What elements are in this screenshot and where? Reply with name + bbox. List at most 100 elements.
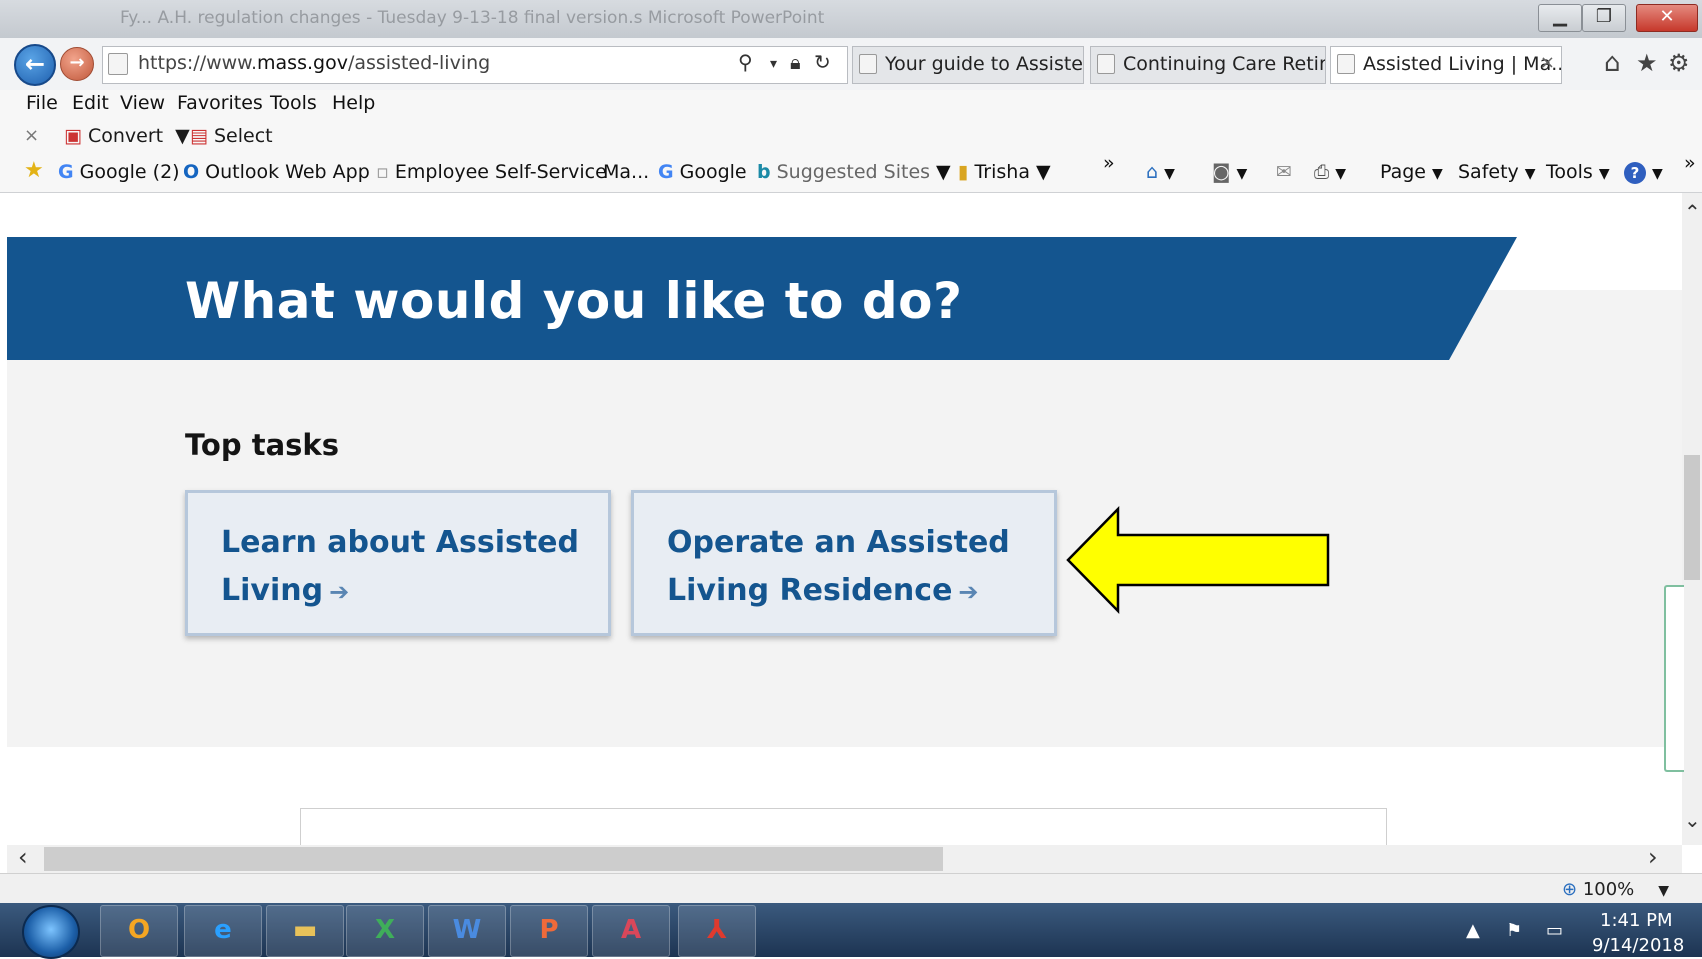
- access-taskbar-icon[interactable]: A: [592, 905, 670, 957]
- yellow-arrow-annotation: [1066, 505, 1330, 615]
- forward-button[interactable]: →: [60, 47, 94, 81]
- tab-continuing-care[interactable]: Continuing Care Retire...: [1090, 46, 1326, 84]
- convert-button[interactable]: ▣ Convert ▼: [64, 125, 190, 147]
- convert-dropdown-icon[interactable]: ▼: [175, 125, 190, 147]
- favorites-more-icon[interactable]: »: [1103, 152, 1115, 174]
- google-icon: G: [658, 161, 674, 183]
- print-icon[interactable]: ⎙ ▼: [1314, 161, 1346, 183]
- file-explorer-taskbar-icon[interactable]: ▬: [266, 905, 344, 957]
- menu-view[interactable]: View: [120, 92, 165, 114]
- tab-close-icon[interactable]: ×: [1540, 52, 1555, 73]
- tab-page-icon: [859, 54, 877, 74]
- bing-icon: b: [757, 161, 771, 183]
- page-menu[interactable]: Page ▼: [1380, 161, 1443, 183]
- toolbar-close-icon[interactable]: ×: [24, 125, 39, 146]
- feedback-tab[interactable]: [1664, 585, 1684, 772]
- close-window-button[interactable]: ✕: [1636, 4, 1698, 32]
- help-menu[interactable]: ? ▼: [1624, 161, 1663, 184]
- arrow-right-icon: ➔: [958, 578, 979, 606]
- select-button[interactable]: ▤ Select: [190, 125, 273, 147]
- card-link-text[interactable]: Operate an Assisted Living Residence ➔: [667, 519, 1027, 616]
- learn-about-assisted-living-card[interactable]: Learn about Assisted Living ➔: [185, 490, 611, 636]
- powerpoint-taskbar-icon[interactable]: P: [510, 905, 588, 957]
- top-tasks-heading: Top tasks: [185, 428, 339, 462]
- word-taskbar-icon[interactable]: W: [428, 905, 506, 957]
- status-bar: [0, 873, 1702, 904]
- minimize-button[interactable]: ▁: [1538, 4, 1582, 32]
- card-line1: Learn about Assisted: [221, 525, 580, 560]
- action-center-flag-icon[interactable]: ⚑: [1506, 920, 1522, 941]
- content-box: [300, 808, 1387, 849]
- fav-ma[interactable]: Ma...: [603, 161, 649, 183]
- url-path: /assisted-living: [347, 52, 491, 74]
- fav-suggested-sites[interactable]: b Suggested Sites ▼: [757, 161, 951, 183]
- select-icon: ▤: [190, 125, 214, 147]
- scroll-down-icon[interactable]: ⌄: [1684, 808, 1701, 832]
- operate-assisted-living-card[interactable]: Operate an Assisted Living Residence ➔: [631, 490, 1057, 636]
- menu-tools[interactable]: Tools: [270, 92, 317, 114]
- safety-menu[interactable]: Safety ▼: [1458, 161, 1536, 183]
- home-page-icon[interactable]: ⌂ ▼: [1146, 161, 1175, 183]
- search-dropdown-icon[interactable]: ▾: [770, 56, 777, 72]
- search-icon[interactable]: ⚲: [738, 50, 753, 74]
- scroll-up-icon[interactable]: ⌃: [1684, 200, 1701, 224]
- convert-label: Convert: [88, 125, 164, 147]
- tab-label: Continuing Care Retire...: [1123, 53, 1326, 75]
- chevron-down-icon: ▼: [1432, 166, 1443, 182]
- command-bar-more-icon[interactable]: »: [1684, 152, 1696, 174]
- home-icon[interactable]: ⌂: [1604, 48, 1621, 78]
- card-link-text[interactable]: Learn about Assisted Living ➔: [221, 519, 581, 616]
- network-icon[interactable]: ▭: [1546, 920, 1563, 941]
- fav-outlook[interactable]: O Outlook Web App: [183, 161, 370, 183]
- excel-taskbar-icon[interactable]: X: [346, 905, 424, 957]
- mail-icon[interactable]: ✉: [1276, 161, 1292, 183]
- tab-assisted-living[interactable]: Assisted Living | Ma... ×: [1330, 46, 1562, 84]
- acrobat-taskbar-icon[interactable]: ⅄: [678, 905, 756, 957]
- vertical-scroll-thumb[interactable]: [1684, 455, 1700, 580]
- favorites-star-icon[interactable]: ★: [1636, 49, 1658, 77]
- chevron-down-icon: ▼: [936, 161, 951, 183]
- clock-time[interactable]: 1:41 PM: [1600, 910, 1673, 931]
- tab-guide[interactable]: Your guide to Assiste...: [852, 46, 1084, 84]
- banner-title: What would you like to do?: [185, 272, 963, 330]
- arrow-right-icon: ➔: [329, 578, 350, 606]
- favorites-add-icon[interactable]: ★: [24, 158, 44, 183]
- clock-date[interactable]: 9/14/2018: [1592, 935, 1684, 956]
- lock-icon[interactable]: 🔒︎: [790, 50, 801, 74]
- chevron-down-icon: ▼: [1524, 166, 1536, 182]
- start-button[interactable]: [22, 905, 80, 959]
- horizontal-scroll-thumb[interactable]: [44, 847, 943, 871]
- menu-edit[interactable]: Edit: [72, 92, 109, 114]
- chevron-down-icon: ▼: [1598, 166, 1610, 182]
- fav-google[interactable]: G Google: [658, 161, 747, 183]
- folder-icon: ▮: [958, 161, 969, 183]
- url-text[interactable]: https://www.mass.gov/assisted-living: [138, 52, 490, 74]
- show-hidden-icons[interactable]: ▲: [1466, 920, 1480, 941]
- fav-trisha-folder[interactable]: ▮ Trisha ▼: [958, 161, 1051, 183]
- internet-explorer-taskbar-icon[interactable]: e: [184, 905, 262, 957]
- scroll-right-icon[interactable]: ›: [1648, 843, 1658, 871]
- menu-help[interactable]: Help: [332, 92, 375, 114]
- select-label: Select: [214, 125, 273, 147]
- tools-menu[interactable]: Tools ▼: [1546, 161, 1610, 183]
- menu-favorites[interactable]: Favorites: [177, 92, 263, 114]
- convert-icon: ▣: [64, 125, 88, 147]
- tab-page-icon: [1337, 54, 1355, 74]
- scroll-left-icon[interactable]: ‹: [18, 843, 28, 871]
- tab-label: Your guide to Assiste...: [885, 53, 1084, 75]
- back-button[interactable]: ←: [14, 44, 56, 86]
- feeds-icon[interactable]: ◙ ▼: [1212, 161, 1247, 183]
- help-icon: ?: [1624, 162, 1646, 184]
- zoom-control[interactable]: ⊕ 100% ▼: [1562, 879, 1669, 900]
- chevron-down-icon: ▼: [1035, 161, 1051, 183]
- menu-file[interactable]: File: [26, 92, 58, 114]
- url-prefix: https://www.: [138, 52, 258, 74]
- fav-employee-self-service[interactable]: ▫ Employee Self-Service: [376, 161, 607, 183]
- fav-google-2[interactable]: G Google (2): [58, 161, 180, 183]
- outlook-taskbar-icon[interactable]: O: [100, 905, 178, 957]
- card-line1: Operate an Assisted: [667, 525, 1010, 560]
- restore-button[interactable]: ❐: [1582, 4, 1626, 32]
- url-host: mass.gov: [257, 52, 348, 74]
- settings-gear-icon[interactable]: ⚙: [1668, 49, 1690, 77]
- refresh-icon[interactable]: ↻: [814, 50, 831, 74]
